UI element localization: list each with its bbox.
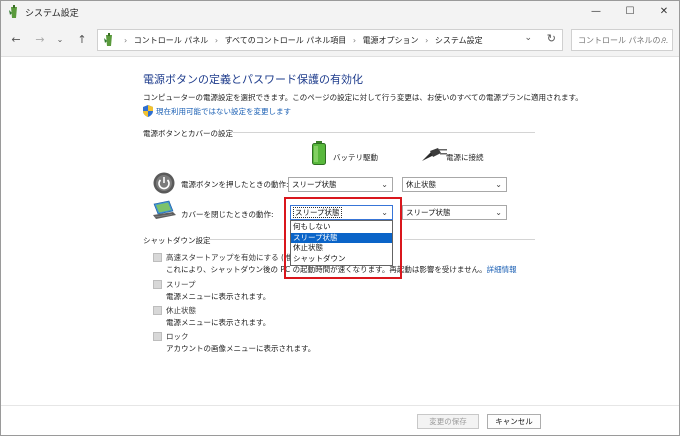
breadcrumb-separator: › <box>425 36 429 45</box>
chevron-down-icon: ⌄ <box>381 180 388 189</box>
highlight-annotation-box <box>284 197 402 279</box>
fast-startup-label: 高速スタートアップを有効にする (推奨) <box>166 253 302 262</box>
chevron-down-icon: ⌄ <box>495 180 502 189</box>
breadcrumb-separator: › <box>124 36 128 45</box>
close-button[interactable]: ✕ <box>647 1 679 23</box>
section-divider <box>404 239 535 240</box>
fast-startup-checkbox[interactable] <box>153 253 162 262</box>
selected-value: スリープ状態 <box>292 180 337 189</box>
hibernate-checkbox[interactable] <box>153 306 162 315</box>
address-toolbar: ← → ⌄ ↑ › コントロール パネル › すべてのコントロール パネル項目 … <box>1 23 679 57</box>
laptop-lid-icon <box>153 200 176 219</box>
minimize-button[interactable]: — <box>579 1 613 23</box>
window: システム設定 — ☐ ✕ ← → ⌄ ↑ › コントロール パネル › すべての… <box>0 0 680 436</box>
page-title: 電源ボタンの定義とパスワード保護の有効化 <box>143 73 363 86</box>
power-plug-icon <box>422 148 447 161</box>
sleep-label: スリープ <box>166 280 196 289</box>
lid-close-plugged-select[interactable]: スリープ状態 ⌄ <box>402 205 507 220</box>
shutdown-section-heading: シャットダウン設定 <box>143 236 211 245</box>
lock-checkbox[interactable] <box>153 332 162 341</box>
lid-close-action-label: カバーを閉じたときの動作: <box>181 210 274 219</box>
search-placeholder: コントロール パネルの... <box>578 36 669 45</box>
page-description: コンピューターの電源設定を選択できます。このページの設定に対して行う変更は、お使… <box>143 93 583 102</box>
search-icon[interactable]: ⌕ <box>661 34 667 45</box>
search-box[interactable]: コントロール パネルの... ⌕ <box>571 29 673 51</box>
chevron-down-icon: ⌄ <box>495 208 502 217</box>
cancel-button[interactable]: キャンセル <box>487 414 541 429</box>
change-unavailable-settings-link[interactable]: 現在利用可能ではない設定を変更します <box>156 106 291 117</box>
control-panel-icon <box>104 33 112 46</box>
battery-column-label: バッテリ駆動 <box>333 153 378 162</box>
up-arrow-icon[interactable]: ↑ <box>73 32 91 48</box>
maximize-button[interactable]: ☐ <box>613 1 647 23</box>
refresh-icon[interactable]: ↻ <box>547 32 556 45</box>
sleep-checkbox[interactable] <box>153 280 162 289</box>
power-button-battery-select[interactable]: スリープ状態 ⌄ <box>288 177 393 192</box>
breadcrumb: › コントロール パネル › すべてのコントロール パネル項目 › 電源オプショ… <box>120 35 483 46</box>
power-button-icon <box>153 172 175 194</box>
hibernate-label: 休止状態 <box>166 306 196 315</box>
breadcrumb-separator: › <box>214 36 219 45</box>
uac-shield-icon <box>143 105 153 117</box>
power-options-icon <box>9 5 17 18</box>
address-bar[interactable]: › コントロール パネル › すべてのコントロール パネル項目 › 電源オプショ… <box>97 29 563 51</box>
power-button-plugged-select[interactable]: 休止状態 ⌄ <box>402 177 507 192</box>
breadcrumb-power-options[interactable]: 電源オプション <box>363 36 419 45</box>
title-bar: システム設定 — ☐ ✕ <box>1 1 679 23</box>
footer-divider <box>1 405 679 406</box>
address-history-chevron-icon[interactable]: ⌄ <box>524 33 532 43</box>
breadcrumb-control-panel[interactable]: コントロール パネル <box>134 36 209 45</box>
sleep-description: 電源メニューに表示されます。 <box>166 292 271 301</box>
battery-icon <box>312 141 326 165</box>
forward-arrow-icon[interactable]: → <box>31 32 49 48</box>
back-arrow-icon[interactable]: ← <box>7 32 25 48</box>
power-buttons-section-heading: 電源ボタンとカバーの設定 <box>143 129 233 138</box>
selected-value: スリープ状態 <box>406 208 451 217</box>
section-divider <box>209 239 284 240</box>
hibernate-description: 電源メニューに表示されます。 <box>166 318 271 327</box>
lock-label: ロック <box>166 332 189 341</box>
breadcrumb-separator: › <box>352 36 357 45</box>
lock-description: アカウントの画像メニューに表示されます。 <box>166 344 316 353</box>
recent-locations-chevron-icon[interactable]: ⌄ <box>51 32 69 48</box>
section-divider <box>233 132 535 133</box>
save-changes-button[interactable]: 変更の保存 <box>417 414 479 429</box>
plugged-in-column-label: 電源に接続 <box>446 153 484 162</box>
window-title: システム設定 <box>25 9 79 19</box>
more-info-link[interactable]: 詳細情報 <box>487 265 517 274</box>
breadcrumb-all-items[interactable]: すべてのコントロール パネル項目 <box>225 36 347 45</box>
breadcrumb-system-settings[interactable]: システム設定 <box>435 36 483 45</box>
power-button-action-label: 電源ボタンを押したときの動作: <box>181 180 289 189</box>
selected-value: 休止状態 <box>406 180 436 189</box>
